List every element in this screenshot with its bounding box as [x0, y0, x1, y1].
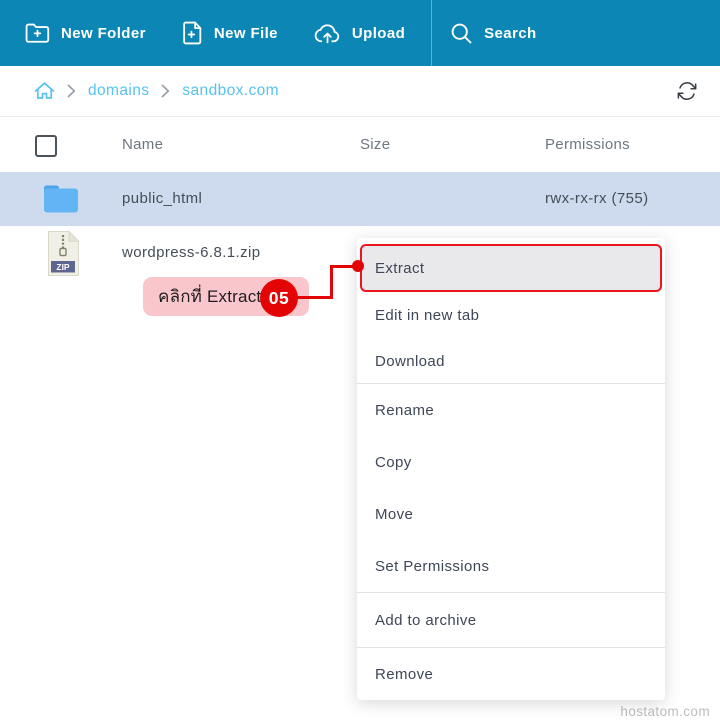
home-icon[interactable] [34, 81, 55, 101]
chevron-right-icon [161, 84, 170, 98]
context-menu-section: Extract Edit in new tab Download [357, 244, 665, 383]
menu-item-set-permissions[interactable]: Set Permissions [357, 540, 665, 592]
new-folder-label: New Folder [61, 25, 146, 42]
step-number-badge: 05 [260, 279, 298, 317]
breadcrumb: domains sandbox.com [0, 66, 720, 117]
refresh-icon[interactable] [676, 81, 698, 101]
table-header: Name Size Permissions [0, 118, 720, 172]
watermark: hostatom.com [620, 704, 710, 719]
zip-file-icon: ZIP [44, 230, 82, 282]
step-number: 05 [269, 288, 289, 309]
annotation-connector-line [296, 296, 333, 299]
menu-item-copy[interactable]: Copy [357, 436, 665, 488]
upload-icon [314, 22, 341, 44]
menu-item-move[interactable]: Move [357, 488, 665, 540]
menu-item-extract[interactable]: Extract [360, 244, 662, 292]
folder-icon [42, 183, 80, 220]
new-folder-button[interactable]: New Folder [0, 0, 164, 66]
new-file-button[interactable]: New File [164, 0, 296, 66]
file-name: wordpress-6.8.1.zip [122, 226, 261, 280]
context-menu-section: Remove [357, 647, 665, 700]
menu-item-rename[interactable]: Rename [357, 384, 665, 436]
column-header-name[interactable]: Name [122, 118, 163, 172]
new-file-label: New File [214, 25, 278, 42]
file-name: public_html [122, 172, 202, 226]
context-menu: Extract Edit in new tab Download Rename … [357, 238, 665, 700]
annotation-connector-dot [352, 260, 364, 272]
new-folder-icon [25, 22, 50, 44]
table-row-public-html[interactable]: public_html rwx-rx-rx (755) [0, 172, 720, 226]
annotation-label: คลิกที่ Extract [158, 283, 261, 310]
zip-badge-label: ZIP [56, 262, 70, 272]
menu-item-add-to-archive[interactable]: Add to archive [357, 593, 665, 647]
upload-button[interactable]: Upload [296, 0, 423, 66]
file-permissions: rwx-rx-rx (755) [545, 172, 649, 226]
upload-label: Upload [352, 25, 405, 42]
column-header-size[interactable]: Size [360, 118, 390, 172]
chevron-right-icon [67, 84, 76, 98]
menu-item-edit-in-new-tab[interactable]: Edit in new tab [357, 292, 665, 339]
context-menu-section: Rename Copy Move Set Permissions [357, 383, 665, 592]
search-button[interactable]: Search [432, 0, 554, 66]
search-label: Search [484, 25, 536, 42]
column-header-permissions[interactable]: Permissions [545, 118, 630, 172]
toolbar: New Folder New File Upload [0, 0, 720, 66]
breadcrumb-link-domains[interactable]: domains [88, 82, 149, 100]
menu-item-remove[interactable]: Remove [357, 648, 665, 700]
context-menu-section: Add to archive [357, 592, 665, 647]
annotation-connector-line [330, 265, 333, 299]
new-file-icon [182, 21, 203, 45]
select-all-checkbox[interactable] [35, 135, 57, 157]
breadcrumb-link-sandbox[interactable]: sandbox.com [182, 82, 279, 100]
menu-item-download[interactable]: Download [357, 339, 665, 383]
search-icon [450, 22, 473, 45]
